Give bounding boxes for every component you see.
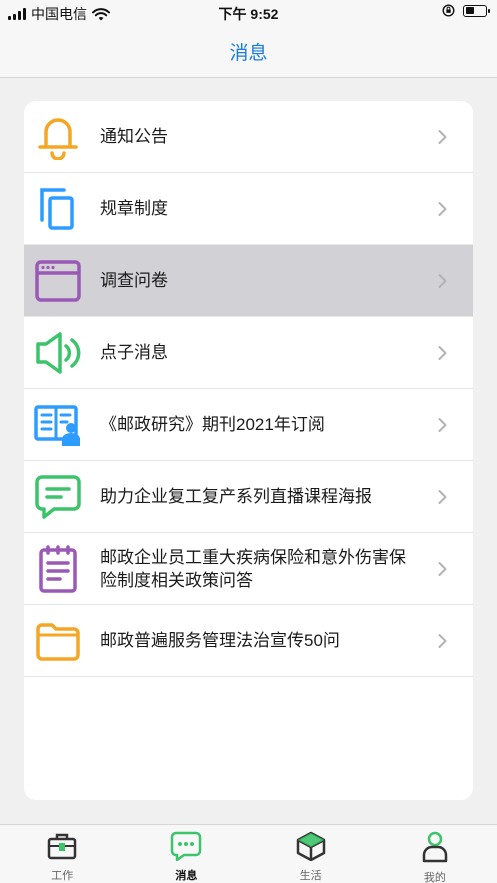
briefcase-icon: [46, 831, 78, 861]
list-item-label: 通知公告: [100, 127, 168, 146]
chevron-right-icon: [438, 129, 447, 144]
list-item-label: 调查问卷: [100, 271, 168, 290]
message-list: 通知公告 规章制度 调查问卷 点子消息 《邮政研究》期刊2021年订阅 助力企业…: [24, 101, 473, 800]
chevron-right-icon: [438, 417, 447, 432]
list-item-notice[interactable]: 通知公告: [24, 101, 473, 173]
chevron-right-icon: [438, 561, 447, 576]
tab-bar: 工作 消息 生活 我的: [0, 824, 497, 883]
list-item-insurance-faq[interactable]: 邮政企业员工重大疾病保险和意外伤害保险制度相关政策问答: [24, 533, 473, 605]
page-title: 消息: [229, 43, 268, 64]
list-item-journal[interactable]: 《邮政研究》期刊2021年订阅: [24, 389, 473, 461]
tab-work[interactable]: 工作: [0, 825, 124, 883]
tab-label: 生活: [299, 870, 322, 882]
orientation-lock-icon: [442, 4, 455, 17]
chat-bubble-icon: [34, 473, 82, 521]
chevron-right-icon: [438, 201, 447, 216]
list-item-regulations[interactable]: 规章制度: [24, 173, 473, 245]
status-time: 下午 9:52: [218, 6, 279, 22]
chevron-right-icon: [438, 489, 447, 504]
tab-label: 我的: [423, 872, 446, 883]
list-item-label: 《邮政研究》期刊2021年订阅: [100, 415, 325, 434]
chevron-right-icon: [438, 633, 447, 648]
tab-me[interactable]: 我的: [373, 825, 497, 883]
message-icon: [170, 831, 202, 861]
tab-label: 消息: [175, 870, 198, 882]
tab-messages[interactable]: 消息: [124, 825, 248, 883]
browser-window-icon: [34, 257, 82, 305]
tab-label: 工作: [51, 870, 74, 882]
status-right: [442, 4, 490, 17]
list-item-label: 邮政普遍服务管理法治宣传50问: [100, 631, 340, 650]
chevron-right-icon: [438, 345, 447, 360]
list-item-survey[interactable]: 调查问卷: [24, 245, 473, 317]
status-bar: 中国电信 下午 9:52: [0, 0, 497, 26]
tab-life[interactable]: 生活: [249, 825, 373, 883]
list-item-legal-promo[interactable]: 邮政普遍服务管理法治宣传50问: [24, 605, 473, 677]
notepad-icon: [34, 544, 82, 593]
reader-icon: [34, 401, 82, 449]
list-item-label: 邮政企业员工重大疾病保险和意外伤害保险制度相关政策问答: [100, 547, 406, 590]
folder-icon: [34, 617, 82, 665]
speaker-icon: [34, 329, 82, 377]
battery-icon: [463, 4, 490, 17]
person-icon: [419, 831, 451, 863]
list-item-label: 助力企业复工复产系列直播课程海报: [100, 487, 372, 506]
bell-icon: [34, 113, 82, 161]
chevron-right-icon: [438, 273, 447, 288]
list-item-ideas[interactable]: 点子消息: [24, 317, 473, 389]
list-item-label: 点子消息: [100, 343, 168, 362]
cube-icon: [295, 831, 327, 861]
nav-bar: 消息: [0, 26, 497, 78]
copy-docs-icon: [34, 185, 82, 233]
list-item-label: 规章制度: [100, 199, 168, 218]
battery-level: [465, 7, 474, 14]
list-item-live-courses[interactable]: 助力企业复工复产系列直播课程海报: [24, 461, 473, 533]
